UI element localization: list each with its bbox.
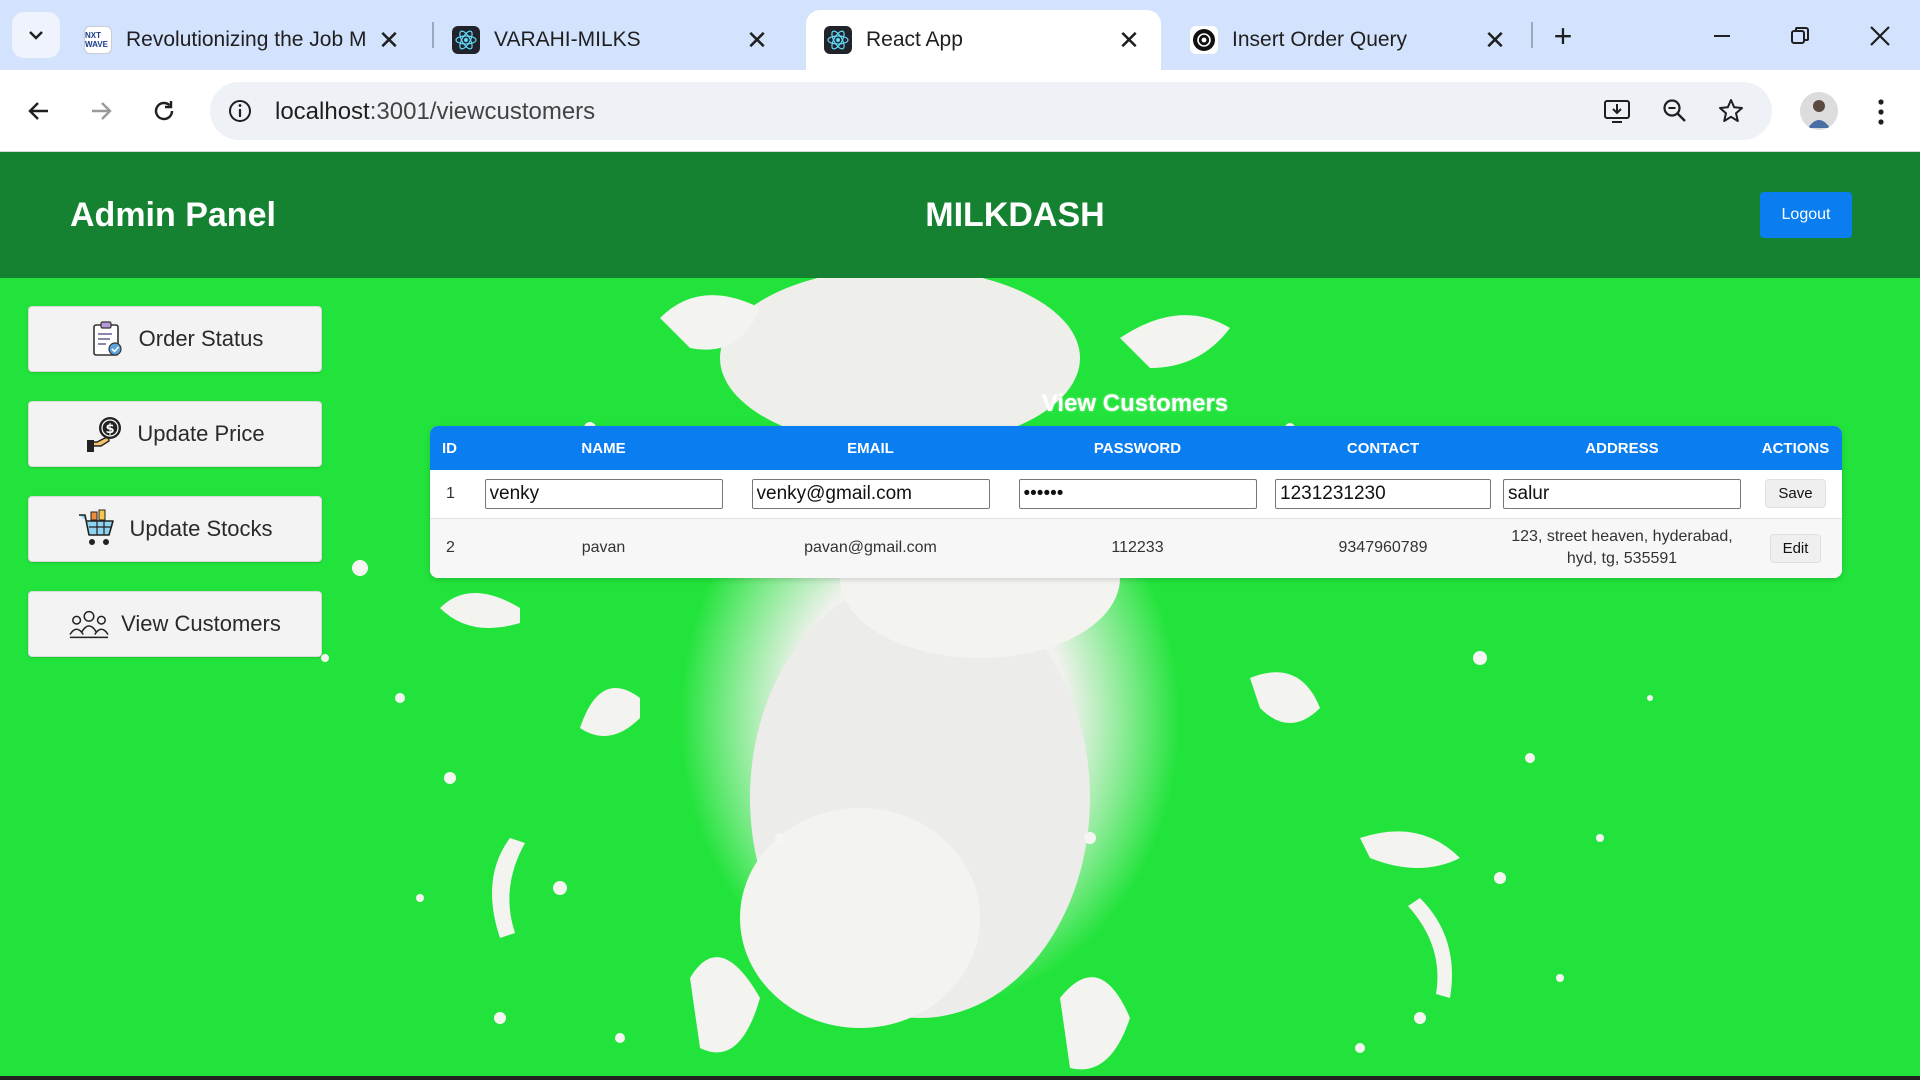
column-header-contact: CONTACT — [1346, 439, 1420, 457]
tab-react-app[interactable]: React App ✕ — [806, 10, 1161, 70]
cell-contact: 9347960789 — [1338, 539, 1428, 557]
minimize-icon[interactable] — [1700, 14, 1744, 58]
close-icon[interactable]: ✕ — [375, 25, 403, 55]
profile-avatar[interactable] — [1800, 92, 1838, 130]
edit-button[interactable]: Edit — [1769, 533, 1822, 563]
column-header-address: ADDRESS — [1585, 439, 1659, 457]
install-app-icon[interactable] — [1600, 94, 1634, 128]
tab-insert-order-query[interactable]: Insert Order Query ✕ — [1172, 10, 1527, 70]
name-input[interactable] — [484, 478, 723, 509]
page-title: View Customers — [1041, 390, 1229, 417]
money-hand-icon: $ — [85, 414, 125, 454]
bookmark-star-icon[interactable] — [1714, 94, 1748, 128]
column-header-email: EMAIL — [847, 439, 894, 457]
customers-table: ID NAME EMAIL PASSWORD CONTACT ADDRESS A… — [430, 426, 1842, 578]
svg-text:$: $ — [106, 422, 115, 437]
tab-title: Revolutionizing the Job M — [126, 28, 367, 51]
cell-password: 112233 — [1111, 539, 1164, 557]
restore-icon[interactable] — [1778, 14, 1822, 58]
browser-tab-bar: NXT WAVE Revolutionizing the Job M ✕ VAR… — [0, 0, 1920, 70]
address-bar[interactable]: localhost:3001/viewcustomers — [210, 82, 1772, 140]
sidebar-item-label: Update Stocks — [129, 516, 273, 541]
cart-icon — [77, 509, 117, 549]
cell-contact — [1271, 470, 1495, 518]
cell-email — [737, 470, 1004, 518]
address-line-2: hyd, tg, 535591 — [1566, 550, 1678, 568]
cell-email: pavan@gmail.com — [804, 539, 937, 557]
close-icon[interactable]: ✕ — [1481, 25, 1509, 55]
tab-title: React App — [866, 28, 963, 51]
column-header-actions: ACTIONS — [1761, 439, 1830, 457]
close-icon[interactable]: ✕ — [1115, 25, 1143, 55]
column-header-id: ID — [442, 439, 457, 457]
tab-varahi-milks[interactable]: VARAHI-MILKS ✕ — [434, 10, 789, 70]
app-header: Admin Panel MILKDASH Logout — [0, 152, 1920, 278]
save-button[interactable]: Save — [1765, 479, 1826, 509]
brand-title: MILKDASH — [925, 196, 1105, 234]
tab-revolutionizing[interactable]: NXT WAVE Revolutionizing the Job M ✕ — [66, 10, 421, 70]
tab-title: Insert Order Query — [1232, 28, 1408, 51]
reload-icon[interactable] — [140, 87, 188, 135]
people-icon — [69, 604, 109, 644]
cell-address: 123, street heaven, hyderabad, hyd, tg, … — [1495, 518, 1749, 578]
table-header-row: ID NAME EMAIL PASSWORD CONTACT ADDRESS A… — [430, 426, 1842, 470]
forward-arrow-icon[interactable] — [77, 87, 125, 135]
password-input[interactable] — [1018, 478, 1257, 509]
cell-actions: Edit — [1749, 518, 1842, 578]
react-favicon-icon — [452, 26, 480, 54]
url-path: :3001/viewcustomers — [369, 98, 596, 125]
back-arrow-icon[interactable] — [15, 87, 63, 135]
tab-title: VARAHI-MILKS — [494, 28, 641, 51]
tab-divider — [1531, 22, 1533, 48]
contact-input[interactable] — [1275, 478, 1491, 509]
site-info-icon[interactable] — [224, 95, 256, 127]
chatgpt-favicon-icon — [1190, 26, 1218, 54]
cell-password — [1004, 470, 1271, 518]
column-header-name: NAME — [581, 439, 626, 457]
table-row: 2 pavan pavan@gmail.com 112233 934796078… — [430, 518, 1842, 578]
sidebar-item-label: Update Price — [137, 421, 265, 446]
nxtwave-favicon-icon: NXT WAVE — [84, 26, 112, 54]
page-content: Admin Panel MILKDASH Logout Order Status… — [0, 152, 1920, 1080]
sidebar-item-order-status[interactable]: Order Status — [28, 306, 322, 372]
cell-address — [1495, 470, 1749, 518]
zoom-icon[interactable] — [1658, 94, 1692, 128]
sidebar-item-label: View Customers — [121, 611, 281, 636]
clipboard-icon — [87, 319, 127, 359]
bottom-border — [0, 1076, 1920, 1080]
browser-toolbar: localhost:3001/viewcustomers — [0, 70, 1920, 152]
chevron-down-icon — [29, 31, 43, 40]
url-host: localhost — [275, 98, 370, 125]
cell-id: 1 — [446, 484, 455, 502]
cell-name — [470, 470, 737, 518]
sidebar-item-view-customers[interactable]: View Customers — [28, 591, 322, 657]
tab-search-button[interactable] — [12, 12, 60, 58]
table-row-editing: 1 Save — [430, 470, 1842, 518]
close-icon[interactable]: ✕ — [743, 25, 771, 55]
address-line-1: 123, street heaven, hyderabad, — [1511, 528, 1733, 546]
cell-name: pavan — [581, 539, 626, 557]
more-menu-icon[interactable] — [1866, 90, 1896, 134]
sidebar-item-label: Order Status — [138, 326, 264, 351]
address-input[interactable] — [1503, 478, 1741, 509]
window-close-icon[interactable] — [1858, 14, 1902, 58]
react-favicon-icon — [824, 26, 852, 54]
cell-actions: Save — [1749, 470, 1842, 518]
column-header-password: PASSWORD — [1093, 439, 1182, 457]
cell-id: 2 — [446, 539, 455, 557]
url-text: localhost:3001/viewcustomers — [275, 98, 595, 126]
logout-button[interactable]: Logout — [1760, 192, 1852, 238]
sidebar-item-update-stocks[interactable]: Update Stocks — [28, 496, 322, 562]
email-input[interactable] — [751, 478, 990, 509]
new-tab-plus-icon[interactable]: + — [1545, 18, 1581, 54]
